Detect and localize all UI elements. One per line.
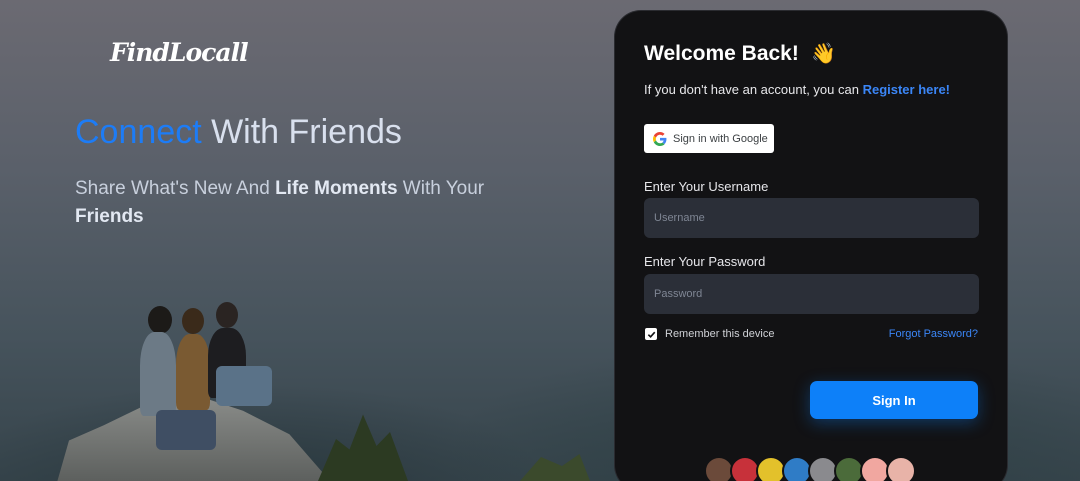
forgot-password-link[interactable]: Forgot Password? (889, 328, 978, 340)
brand-logo[interactable]: FindLocall (110, 38, 249, 67)
person-body (176, 334, 210, 410)
hero-headline: Connect With Friends (75, 113, 402, 152)
subtitle-bold: Friends (75, 206, 144, 227)
register-prompt: If you don't have an account, you can Re… (644, 82, 950, 97)
person-legs (216, 366, 272, 406)
subtitle-text: Share What's New And (75, 178, 276, 199)
username-label: Enter Your Username (644, 179, 769, 194)
username-input[interactable] (644, 198, 979, 238)
person-head (216, 302, 238, 328)
login-title: Welcome Back! (644, 42, 799, 65)
subtitle-text: With Your (397, 178, 485, 199)
remember-label: Remember this device (665, 328, 775, 340)
headline-accent: Connect (75, 113, 202, 151)
person-legs (156, 410, 216, 450)
person-head (182, 308, 204, 334)
google-button-label: Sign in with Google (673, 132, 768, 145)
hero-subtitle: Share What's New And Life Moments With Y… (75, 175, 495, 231)
password-label: Enter Your Password (644, 254, 766, 269)
subtitle-bold: Life Moments (275, 178, 398, 199)
register-link[interactable]: Register here! (863, 82, 950, 97)
password-input[interactable] (644, 274, 979, 314)
user-avatars (704, 456, 916, 481)
remember-device-checkbox[interactable]: Remember this device (645, 328, 774, 340)
person-body (140, 332, 176, 416)
google-signin-button[interactable]: Sign in with Google (644, 124, 774, 153)
background-friends-image (120, 300, 310, 481)
check-icon (647, 331, 655, 338)
google-icon (653, 131, 667, 146)
avatar-8 (886, 456, 916, 481)
wave-icon: 👋 (811, 41, 836, 65)
person-head (148, 306, 172, 334)
sign-in-button[interactable]: Sign In (810, 381, 978, 419)
login-card: Welcome Back! 👋 If you don't have an acc… (615, 11, 1007, 481)
register-prompt-text: If you don't have an account, you can (644, 82, 863, 97)
checkbox-checked-icon[interactable] (645, 328, 657, 340)
headline-rest: With Friends (201, 113, 402, 151)
